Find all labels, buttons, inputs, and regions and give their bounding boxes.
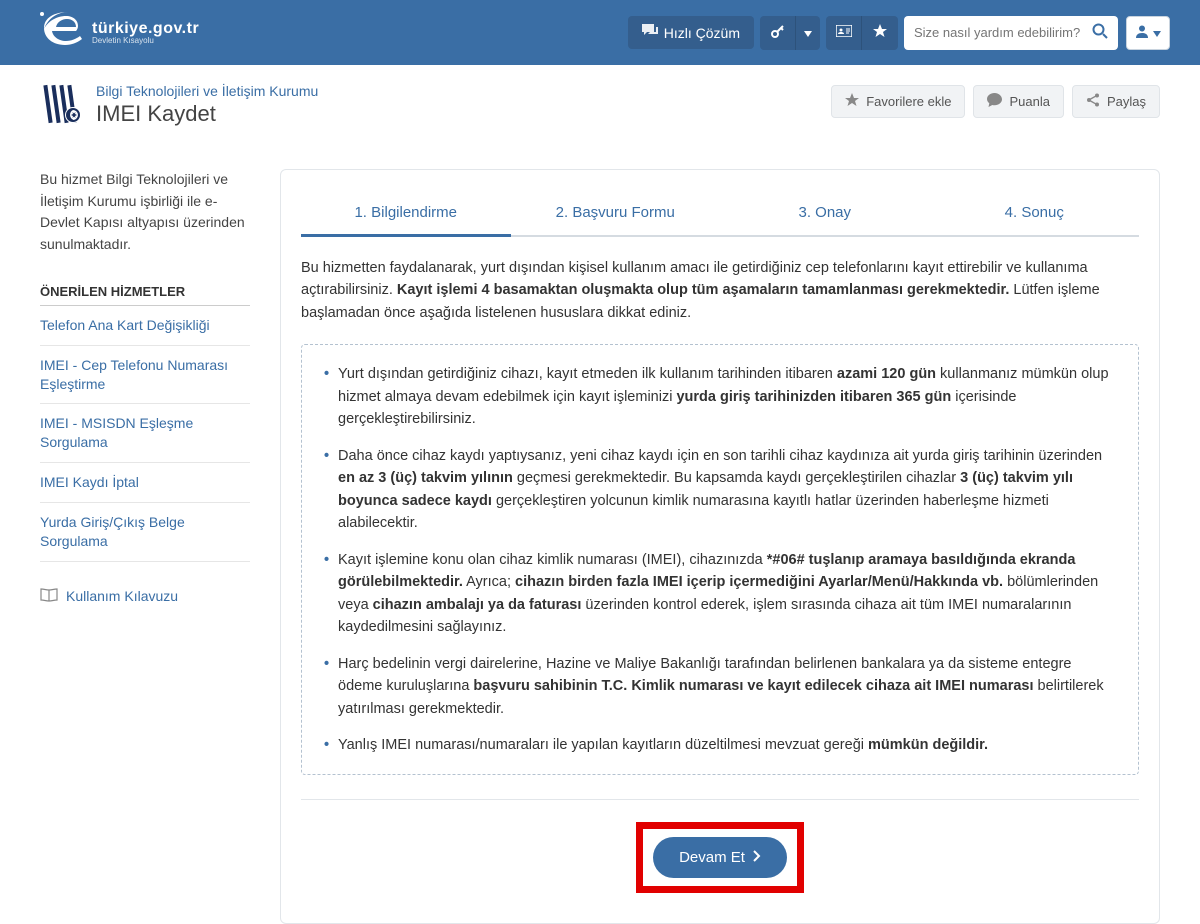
continue-button[interactable]: Devam Et [653,837,787,878]
continue-section: Devam Et [301,799,1139,893]
info-bullet: Daha önce cihaz kaydı yaptıysanız, yeni … [324,445,1116,535]
info-bullet: Harç bedelinin vergi dairelerine, Hazine… [324,653,1116,720]
add-favorite-label: Favorilere ekle [866,94,951,109]
add-favorite-button[interactable]: Favorilere ekle [831,85,965,118]
info-box: Yurt dışından getirdiğiniz cihazı, kayıt… [301,344,1139,775]
institution-name: Bilgi Teknolojileri ve İletişim Kurumu [96,83,817,99]
logo-sub: Devletin Kısayolu [92,36,199,45]
caret-down-icon [804,25,812,40]
search-input[interactable] [914,25,1084,40]
sidebar-link[interactable]: Telefon Ana Kart Değişikliği [40,306,250,346]
id-card-icon [836,25,852,40]
step-1[interactable]: 1. Bilgilendirme [301,190,511,235]
user-icon [1135,24,1149,41]
institution-logo [40,83,82,125]
share-button[interactable]: Paylaş [1072,85,1160,118]
rate-button[interactable]: Puanla [973,85,1063,118]
guide-link[interactable]: Kullanım Kılavuzu [40,588,178,605]
chevron-right-icon [753,849,761,866]
info-bullet: Kayıt işlemine konu olan cihaz kimlik nu… [324,549,1116,639]
site-logo[interactable]: türkiye.gov.tr Devletin Kısayolu [30,6,199,60]
logo-e-icon [30,6,88,60]
intro-bold: Kayıt işlemi 4 basamaktan oluşmakta olup… [397,282,1009,298]
quick-solution-label: Hızlı Çözüm [664,25,740,41]
step-3: 3. Onay [720,190,930,235]
key-button[interactable] [760,16,796,50]
step-4: 4. Sonuç [930,190,1140,235]
page-title: IMEI Kaydet [96,101,817,127]
sidebar-link[interactable]: IMEI Kaydı İptal [40,463,250,503]
info-bullet: Yurt dışından getirdiğiniz cihazı, kayıt… [324,363,1116,430]
share-icon [1086,93,1100,110]
search-wrap [904,16,1118,50]
body-row: Bu hizmet Bilgi Teknolojileri ve İletişi… [40,139,1160,924]
quick-solution-button[interactable]: Hızlı Çözüm [628,16,754,49]
comment-icon [987,93,1002,110]
key-icon [771,24,785,41]
head-actions: Favorilere ekle Puanla Paylaş [831,85,1160,118]
sidebar-description: Bu hizmet Bilgi Teknolojileri ve İletişi… [40,169,250,256]
card-star-group [826,16,898,50]
sidebar-link[interactable]: IMEI - Cep Telefonu Numarası Eşleştirme [40,346,250,405]
sidebar-link[interactable]: Yurda Giriş/Çıkış Belge Sorgulama [40,503,250,562]
page-container: Bilgi Teknolojileri ve İletişim Kurumu I… [20,65,1180,924]
key-group [760,16,820,50]
info-bullet: Yanlış IMEI numarası/numaraları ile yapı… [324,734,1116,756]
sidebar-link[interactable]: IMEI - MSISDN Eşleşme Sorgulama [40,404,250,463]
star-icon [873,24,887,41]
search-icon [1092,23,1108,42]
guide-link-label: Kullanım Kılavuzu [66,588,178,604]
step-2: 2. Başvuru Formu [511,190,721,235]
favorites-button[interactable] [862,16,898,50]
topbar: türkiye.gov.tr Devletin Kısayolu Hızlı Ç… [0,0,1200,65]
search-button[interactable] [1084,17,1116,48]
book-icon [40,588,58,605]
share-label: Paylaş [1107,94,1146,109]
sidebar: Bu hizmet Bilgi Teknolojileri ve İletişi… [40,169,250,924]
star-icon [845,93,859,110]
sidebar-heading: ÖNERİLEN HİZMETLER [40,284,250,306]
intro-text: Bu hizmetten faydalanarak, yurt dışından… [301,257,1139,324]
card-button[interactable] [826,16,862,50]
page-head: Bilgi Teknolojileri ve İletişim Kurumu I… [40,65,1160,139]
continue-button-label: Devam Et [679,849,745,866]
main-content: 1. Bilgilendirme 2. Başvuru Formu 3. Ona… [280,169,1160,924]
key-caret-button[interactable] [796,16,820,50]
user-menu-button[interactable] [1126,16,1170,50]
wizard-steps: 1. Bilgilendirme 2. Başvuru Formu 3. Ona… [301,190,1139,237]
chat-icon [642,24,658,41]
highlight-frame: Devam Et [636,822,804,893]
rate-label: Puanla [1009,94,1049,109]
caret-down-icon [1153,25,1161,40]
content-card: 1. Bilgilendirme 2. Başvuru Formu 3. Ona… [280,169,1160,924]
